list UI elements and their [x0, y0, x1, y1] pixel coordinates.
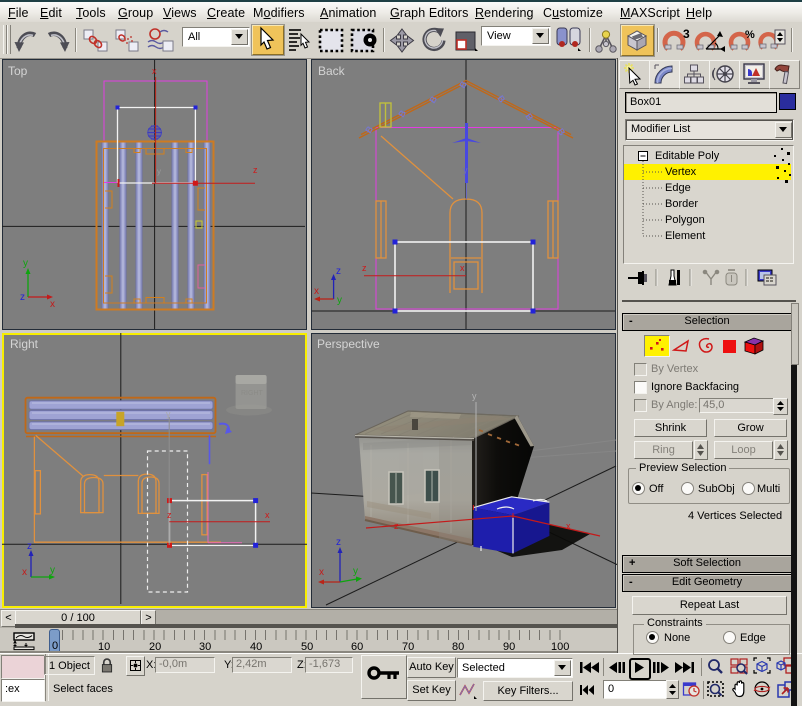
- svg-text:y: y: [50, 565, 55, 576]
- svg-text:y: y: [166, 409, 171, 419]
- svg-text:z: z: [336, 537, 341, 548]
- svg-text:%: %: [745, 29, 755, 41]
- svg-text:z: z: [20, 292, 25, 303]
- svg-text:y: y: [337, 295, 342, 306]
- svg-text:y: y: [23, 258, 28, 269]
- svg-text:Top: Top: [8, 64, 28, 78]
- svg-text:RIGHT: RIGHT: [241, 390, 264, 397]
- svg-text:z: z: [167, 510, 172, 520]
- svg-text:y: y: [463, 165, 468, 175]
- svg-text:x: x: [566, 521, 571, 531]
- svg-text:x: x: [319, 567, 324, 578]
- svg-text:Right: Right: [10, 337, 39, 351]
- svg-text:y: y: [157, 167, 161, 176]
- svg-text:x: x: [50, 299, 55, 310]
- svg-text:y: y: [353, 566, 358, 577]
- svg-text:z: z: [394, 521, 399, 531]
- svg-text:3: 3: [683, 27, 690, 41]
- svg-text:y: y: [472, 391, 477, 401]
- svg-text:z: z: [27, 541, 32, 552]
- svg-text:x: x: [152, 66, 157, 76]
- svg-text:x: x: [22, 567, 27, 578]
- svg-text:B: B: [457, 79, 469, 90]
- svg-text:x: x: [265, 510, 270, 520]
- svg-text:z: z: [253, 165, 258, 175]
- svg-text:Perspective: Perspective: [317, 337, 380, 351]
- svg-text:x: x: [314, 286, 319, 297]
- svg-text:z: z: [336, 266, 341, 277]
- svg-text:Back: Back: [318, 64, 346, 78]
- svg-text:B: B: [363, 124, 375, 135]
- svg-text:x: x: [460, 263, 465, 273]
- svg-text:z: z: [362, 263, 367, 273]
